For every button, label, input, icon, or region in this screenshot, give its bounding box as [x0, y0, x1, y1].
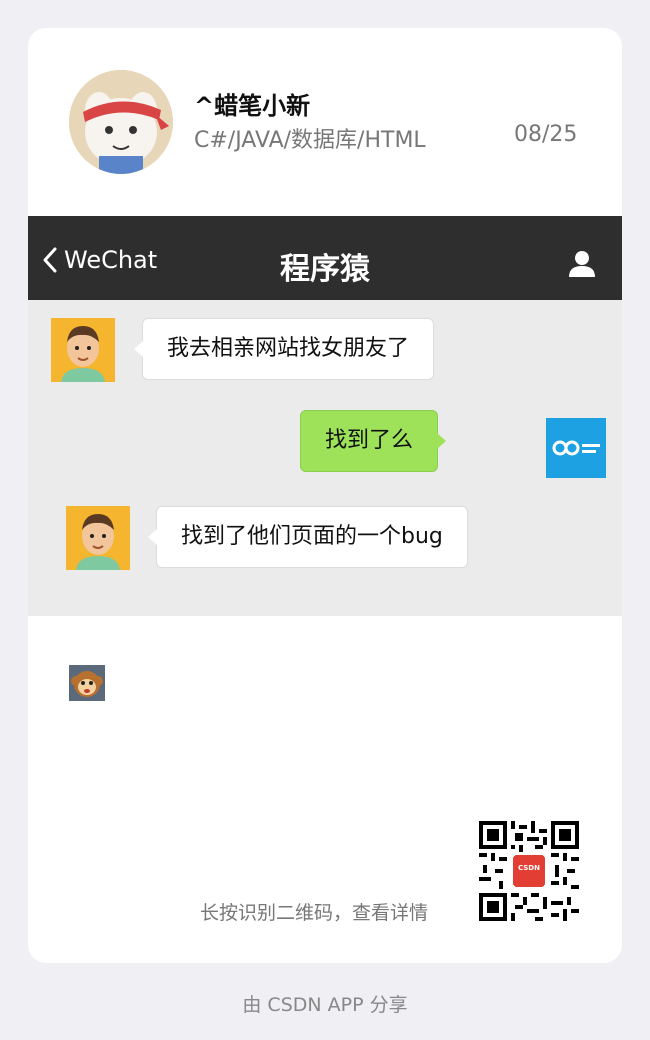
cartoon-avatar-icon — [69, 70, 173, 174]
man-avatar-icon — [51, 318, 115, 382]
infinity-logo-icon — [546, 418, 606, 478]
man-avatar-icon — [66, 506, 130, 570]
message-bubble[interactable]: 我去相亲网站找女朋友了 — [133, 318, 435, 380]
message-text: 找到了么 — [325, 428, 414, 453]
wechat-screenshot: WeChat 程序猿 我去相亲网站找女朋友了 找到了么 找到了他们页面的一个bu… — [28, 216, 622, 616]
author-header: ^蜡笔小新 C#/JAVA/数据库/HTML 08/25 — [28, 28, 622, 216]
self-avatar[interactable] — [546, 418, 606, 478]
monkey-emoji-icon — [69, 665, 105, 701]
sender-avatar[interactable] — [66, 506, 130, 570]
sender-avatar[interactable] — [51, 318, 115, 382]
author-bio: C#/JAVA/数据库/HTML — [194, 128, 426, 153]
message-text: 找到了他们页面的一个bug — [181, 524, 443, 549]
csdn-badge: CSDN — [518, 864, 540, 872]
share-footer: 由 CSDN APP 分享 — [242, 994, 408, 1016]
share-card: ^蜡笔小新 C#/JAVA/数据库/HTML 08/25 WeChat 程序猿 — [28, 28, 622, 963]
contact-profile-button[interactable] — [567, 250, 597, 282]
person-icon — [569, 251, 595, 277]
message-text: 我去相亲网站找女朋友了 — [167, 336, 410, 361]
post-date: 08/25 — [514, 122, 578, 147]
author-name[interactable]: ^蜡笔小新 — [194, 86, 310, 121]
chat-title: 程序猿 — [280, 252, 370, 287]
wechat-navbar: WeChat 程序猿 — [28, 216, 622, 300]
chat-area: 我去相亲网站找女朋友了 找到了么 找到了他们页面的一个bug — [28, 300, 622, 616]
message-bubble[interactable]: 找到了么 — [300, 410, 447, 472]
message-bubble[interactable]: 找到了他们页面的一个bug — [148, 506, 468, 568]
author-avatar[interactable] — [69, 70, 173, 174]
qr-code[interactable]: CSDN — [479, 821, 579, 921]
monkey-emoji — [69, 665, 105, 701]
qr-caption: 长按识别二维码，查看详情 — [200, 902, 429, 924]
